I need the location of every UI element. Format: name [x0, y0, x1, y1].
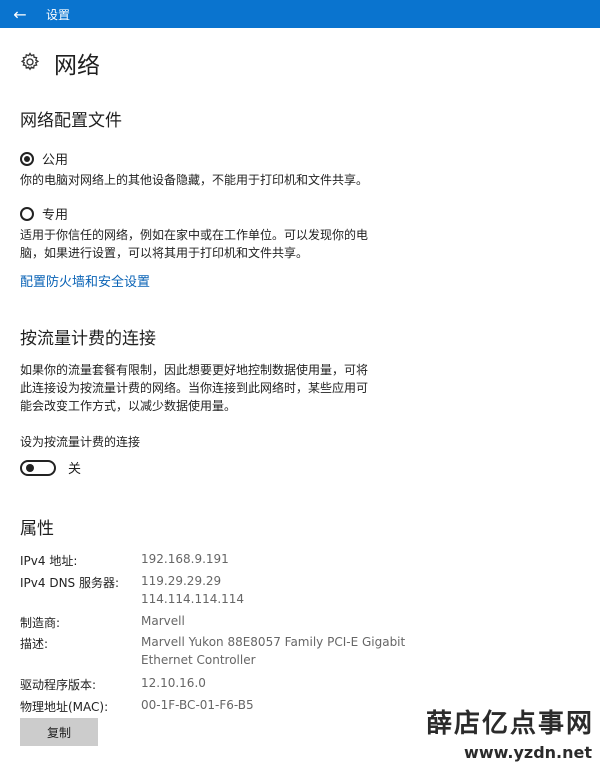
dns-value-2: 114.114.114.114	[141, 592, 245, 606]
public-description: 你的电脑对网络上的其他设备隐藏，不能用于打印机和文件共享。	[20, 173, 369, 187]
radio-private-indicator[interactable]	[20, 206, 34, 221]
properties-heading: 属性	[20, 519, 54, 539]
radio-private[interactable]: 专用	[20, 204, 68, 223]
private-description-line-2: 脑，如果进行设置，可以将其用于打印机和文件共享。	[20, 246, 309, 260]
radio-public[interactable]: 公用	[20, 149, 68, 168]
back-button[interactable]: ←	[0, 0, 40, 28]
metered-toggle-caption: 设为按流量计费的连接	[20, 435, 141, 449]
driver-value: 12.10.16.0	[141, 676, 206, 690]
watermark-url: www.yzdn.net	[464, 743, 592, 762]
private-description-line-1: 适用于你信任的网络，例如在家中或在工作单位。可以发现你的电	[20, 228, 369, 242]
radio-public-indicator[interactable]	[20, 151, 34, 166]
radio-private-label: 专用	[42, 208, 69, 223]
manufacturer-value: Marvell	[141, 614, 185, 628]
metered-toggle-state: 关	[68, 462, 82, 477]
dns-value-1: 119.29.29.29	[141, 574, 222, 588]
mac-label: 物理地址(MAC):	[20, 700, 109, 714]
manufacturer-label: 制造商:	[20, 616, 61, 630]
radio-public-label: 公用	[42, 153, 69, 168]
metered-description-line-1: 如果你的流量套餐有限制，因此想要更好地控制数据使用量，可将	[20, 363, 369, 377]
metered-heading: 按流量计费的连接	[20, 329, 156, 349]
dns-label: IPv4 DNS 服务器:	[20, 576, 120, 590]
metered-toggle-row[interactable]: 关	[20, 458, 81, 477]
copy-button[interactable]: 复制	[20, 718, 98, 746]
profile-heading: 网络配置文件	[20, 111, 122, 131]
ipv4-value: 192.168.9.191	[141, 552, 229, 566]
driver-label: 驱动程序版本:	[20, 678, 97, 692]
arrow-left-icon: ←	[13, 4, 27, 24]
firewall-link[interactable]: 配置防火墙和安全设置	[20, 271, 150, 290]
window-title: 设置	[46, 7, 71, 22]
gear-icon	[20, 52, 40, 71]
description-label: 描述:	[20, 637, 49, 651]
ipv4-label: IPv4 地址:	[20, 554, 78, 568]
watermark-logo: 薛店亿点事网	[425, 709, 594, 739]
metered-description-line-2: 此连接设为按流量计费的网络。当你连接到此网络时，某些应用可	[20, 381, 369, 395]
page-title: 网络	[54, 53, 100, 79]
mac-value: 00-1F-BC-01-F6-B5	[141, 698, 254, 712]
metered-description-line-3: 能会改变工作方式，以减少数据使用量。	[20, 399, 237, 413]
metered-toggle-switch[interactable]	[20, 459, 56, 476]
description-value-2: Ethernet Controller	[141, 653, 256, 667]
description-value-1: Marvell Yukon 88E8057 Family PCI-E Gigab…	[141, 635, 406, 649]
title-bar: ← 设置	[0, 0, 600, 28]
